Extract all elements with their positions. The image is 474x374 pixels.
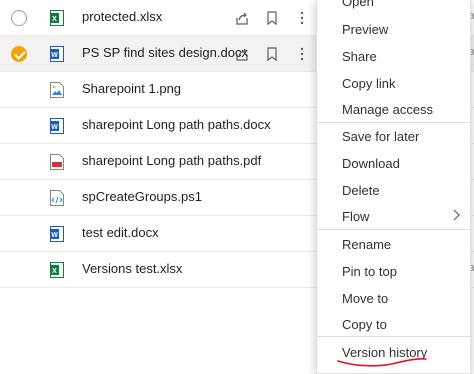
file-name[interactable]: Versions test.xlsx xyxy=(82,261,182,276)
menu-item-copy-to[interactable]: Copy to xyxy=(342,317,387,332)
excel-file-icon: X xyxy=(50,10,64,26)
menu-item-preview[interactable]: Preview xyxy=(342,22,388,37)
menu-divider xyxy=(317,122,470,123)
menu-divider xyxy=(317,336,470,337)
pdf-file-icon xyxy=(50,154,64,170)
menu-item-move-to[interactable]: Move to xyxy=(342,291,388,306)
word-file-icon: W xyxy=(50,226,64,242)
menu-item-delete[interactable]: Delete xyxy=(342,183,380,198)
image-file-icon xyxy=(50,82,64,98)
context-menu: Open Preview Share Copy link Manage acce… xyxy=(316,0,471,374)
file-name[interactable]: sharepoint Long path paths.docx xyxy=(82,117,271,132)
svg-text:W: W xyxy=(51,52,58,59)
menu-item-download[interactable]: Download xyxy=(342,156,400,171)
bookmark-icon[interactable] xyxy=(265,10,279,26)
svg-text:X: X xyxy=(52,16,57,23)
svg-text:W: W xyxy=(51,124,58,131)
row-select-checkbox[interactable] xyxy=(11,10,27,26)
file-name[interactable]: protected.xlsx xyxy=(82,9,162,24)
svg-text:X: X xyxy=(52,268,57,275)
script-file-icon xyxy=(50,190,64,206)
file-name[interactable]: Sharepoint 1.png xyxy=(82,81,181,96)
file-name[interactable]: PS SP find sites design.docx xyxy=(82,45,248,60)
word-file-icon: W xyxy=(50,118,64,134)
share-icon[interactable] xyxy=(235,46,249,62)
file-name[interactable]: sharepoint Long path paths.pdf xyxy=(82,153,261,168)
annotation-underline xyxy=(337,357,427,367)
more-options-icon[interactable] xyxy=(295,46,309,62)
menu-item-copy-link[interactable]: Copy link xyxy=(342,76,395,91)
file-name[interactable]: spCreateGroups.ps1 xyxy=(82,189,202,204)
word-file-icon: W xyxy=(50,46,64,62)
menu-item-save-for-later[interactable]: Save for later xyxy=(342,129,419,144)
chevron-right-icon xyxy=(453,209,460,221)
excel-file-icon: X xyxy=(50,262,64,278)
menu-item-share[interactable]: Share xyxy=(342,49,377,64)
file-name[interactable]: test edit.docx xyxy=(82,225,159,240)
menu-item-manage-access[interactable]: Manage access xyxy=(342,102,433,117)
row-select-checkbox-checked[interactable] xyxy=(11,46,27,62)
share-icon[interactable] xyxy=(235,10,249,26)
bookmark-icon[interactable] xyxy=(265,46,279,62)
menu-item-open[interactable]: Open xyxy=(342,0,374,9)
more-options-icon[interactable] xyxy=(295,10,309,26)
menu-item-flow[interactable]: Flow xyxy=(342,209,369,224)
menu-item-pin-to-top[interactable]: Pin to top xyxy=(342,264,397,279)
menu-item-rename[interactable]: Rename xyxy=(342,237,391,252)
menu-divider xyxy=(317,229,470,230)
svg-text:W: W xyxy=(51,232,58,239)
